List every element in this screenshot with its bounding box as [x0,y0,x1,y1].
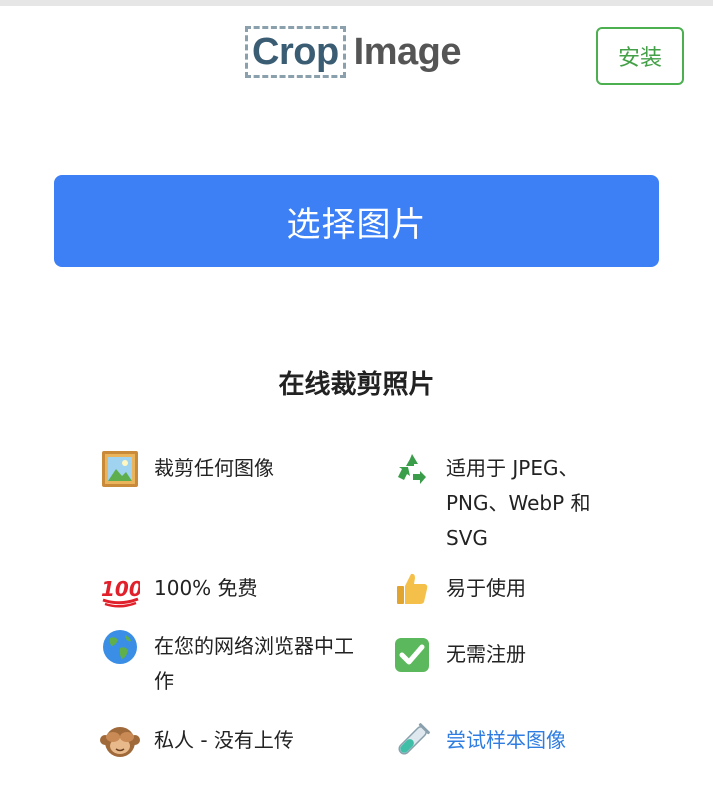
section-title: 在线裁剪照片 [278,370,435,400]
svg-text:100: 100 [101,577,140,601]
feature-private: 私人 - 没有上传 [100,723,354,761]
see-no-evil-monkey-icon [100,721,140,761]
select-image-button[interactable]: 选择图片 [54,175,659,267]
feature-crop-any: 裁剪任何图像 [100,451,354,489]
test-tube-icon [392,721,432,761]
feature-no-signup: 无需注册 [392,637,636,675]
feature-text: 在您的网络浏览器中工作 [154,634,354,693]
check-mark-button-icon [392,635,432,675]
recycle-icon [392,449,432,489]
feature-text: 无需注册 [446,642,526,666]
framed-picture-icon [100,449,140,489]
hundred-points-icon: 100 [100,569,140,609]
crop-image-logo[interactable]: Crop Image [245,22,461,82]
feature-easy: 易于使用 [392,571,636,609]
feature-formats: 适用于 JPEG、PNG、WebP 和 SVG [392,451,636,556]
globe-icon [100,627,140,667]
feature-browser: 在您的网络浏览器中工作 [100,629,354,699]
feature-try-sample: 尝试样本图像 [392,723,636,761]
logo-crop-text: Crop [252,30,339,73]
logo-image-text: Image [353,30,462,73]
feature-text: 适用于 JPEG、PNG、WebP 和 SVG [446,456,591,550]
feature-free: 100 100% 免费 [100,571,354,609]
install-button[interactable]: 安装 [596,27,684,85]
feature-text: 裁剪任何图像 [154,456,274,480]
feature-text: 100% 免费 [154,576,258,600]
thumbs-up-icon [392,569,432,609]
try-sample-link[interactable]: 尝试样本图像 [446,723,636,758]
feature-text: 私人 - 没有上传 [154,728,294,752]
logo-crop-frame: Crop [245,26,346,78]
header: Crop Image 安装 [0,6,713,106]
feature-text: 易于使用 [446,576,526,600]
